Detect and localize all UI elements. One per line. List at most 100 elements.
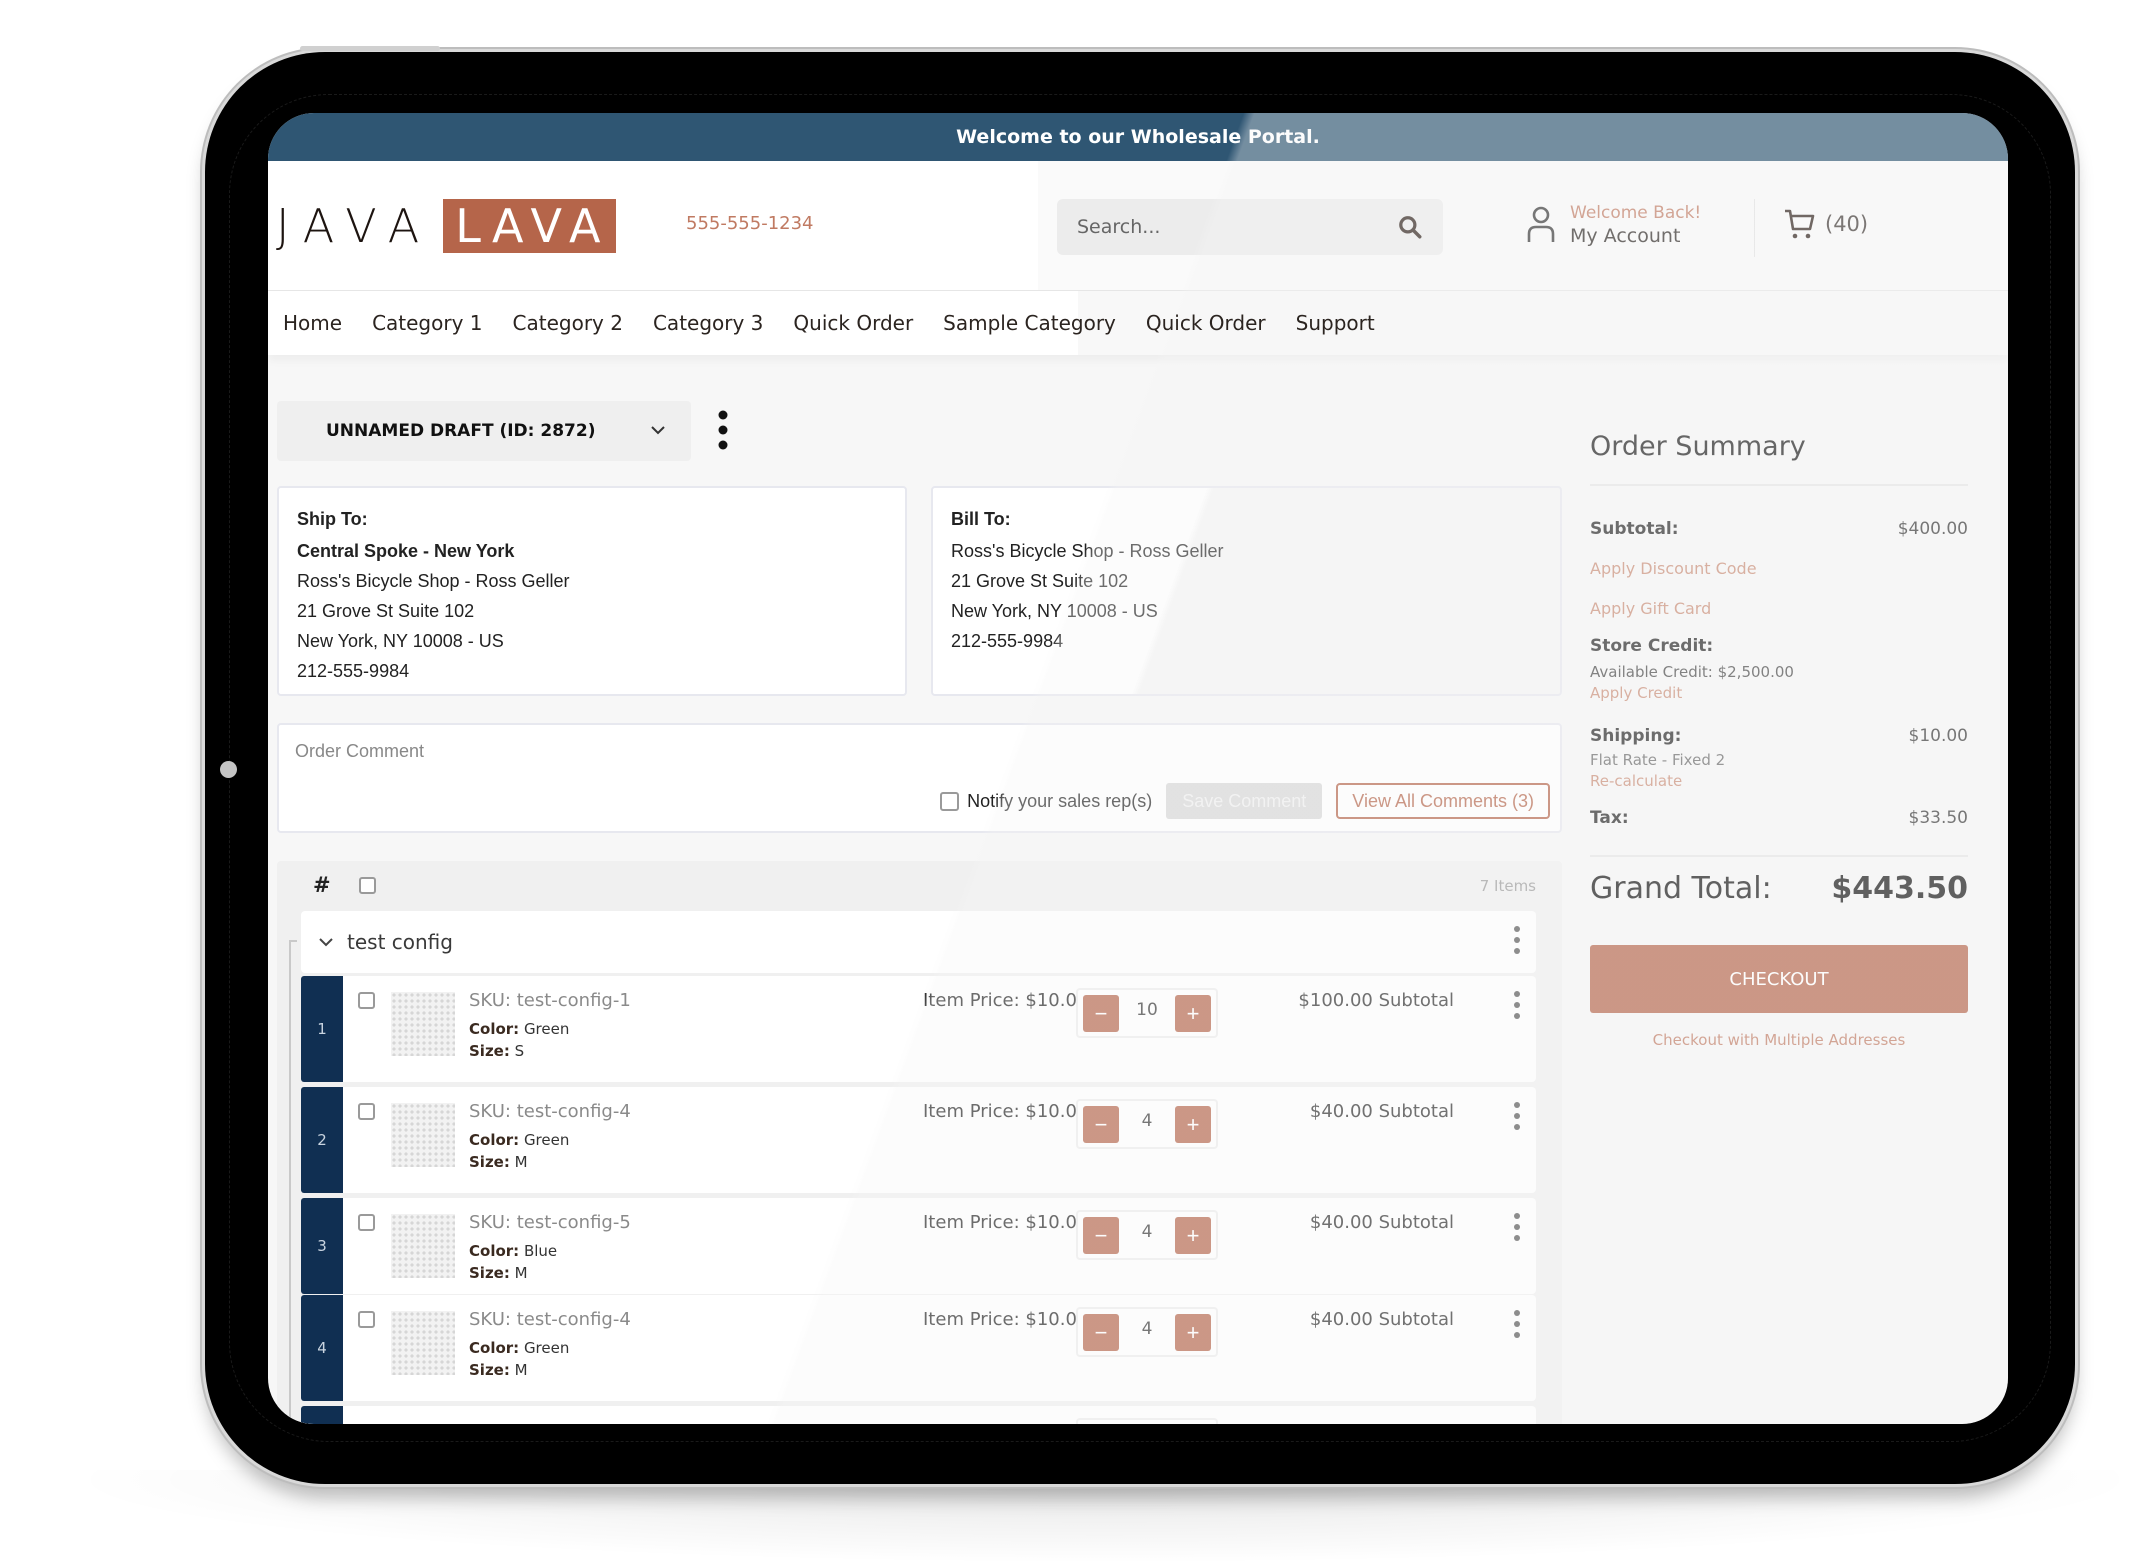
cart-button[interactable]: (40) xyxy=(1783,207,1868,241)
main-content: UNNAMED DRAFT (ID: 2872) Ship To: Centra… xyxy=(268,356,2008,1424)
increase-qty-button[interactable]: + xyxy=(1175,995,1211,1032)
line-item-row: 2 SKU: test-config-4 Color: Green Size: … xyxy=(301,1087,1536,1193)
quantity-stepper: − + xyxy=(1076,988,1218,1038)
quantity-input[interactable] xyxy=(1122,1000,1172,1020)
row-index: 4 xyxy=(301,1295,343,1401)
index-column-header: # xyxy=(313,873,331,897)
row-sku: SKU: test-config-4 xyxy=(469,1101,631,1122)
notify-sales-rep-checkbox[interactable]: Notify your sales rep(s) xyxy=(940,791,1152,812)
order-comment-box[interactable]: Order Comment Notify your sales rep(s) S… xyxy=(277,723,1562,833)
nav-category-3[interactable]: Category 3 xyxy=(653,311,763,335)
row-index: 3 xyxy=(301,1198,343,1294)
subtotal-label: Subtotal: xyxy=(1590,519,1679,539)
group-header[interactable]: test config xyxy=(301,911,1536,973)
nav-category-1[interactable]: Category 1 xyxy=(372,311,482,335)
line-item-row: 1 SKU: test-config-1 Color: Green Size: … xyxy=(301,976,1536,1082)
row-menu-icon[interactable] xyxy=(1512,1212,1522,1242)
tax-label: Tax: xyxy=(1590,808,1629,828)
select-all-checkbox[interactable] xyxy=(359,877,376,894)
view-all-comments-button[interactable]: View All Comments (3) xyxy=(1336,783,1550,819)
phone-number[interactable]: 555-555-1234 xyxy=(686,213,814,234)
nav-sample-category[interactable]: Sample Category xyxy=(943,311,1116,335)
bill-to-line: 212-555-9984 xyxy=(951,631,1064,651)
row-menu-icon[interactable] xyxy=(1512,1101,1522,1131)
items-count: 7 Items xyxy=(1479,877,1536,895)
checkout-multiple-addresses-link[interactable]: Checkout with Multiple Addresses xyxy=(1590,1031,1968,1049)
quantity-input[interactable] xyxy=(1122,1319,1172,1339)
increase-qty-button[interactable]: + xyxy=(1175,1314,1211,1351)
search-icon[interactable] xyxy=(1397,214,1423,240)
apply-credit-link[interactable]: Apply Credit xyxy=(1590,684,1682,702)
row-price: Item Price: $10.00 xyxy=(923,1212,1089,1233)
row-subtotal: $100.00 Subtotal xyxy=(1298,990,1454,1011)
available-credit: Available Credit: $2,500.00 xyxy=(1590,663,1794,681)
divider xyxy=(1590,855,1968,857)
ship-to-card: Ship To: Central Spoke - New York Ross's… xyxy=(277,486,907,696)
bill-to-line: 21 Grove St Suite 102 xyxy=(951,571,1129,591)
decrease-qty-button[interactable]: − xyxy=(1083,1217,1119,1254)
decrease-qty-button[interactable]: − xyxy=(1083,995,1119,1032)
account-label: My Account xyxy=(1570,225,1681,247)
row-color: Color: Green xyxy=(469,1131,570,1149)
my-account-link[interactable]: Welcome Back! My Account xyxy=(1526,203,1701,247)
recalculate-link[interactable]: Re-calculate xyxy=(1590,772,1682,790)
increase-qty-button[interactable]: + xyxy=(1175,1106,1211,1143)
row-menu-icon[interactable] xyxy=(1512,1309,1522,1339)
search-input[interactable] xyxy=(1077,216,1397,238)
checkout-button[interactable]: CHECKOUT xyxy=(1590,945,1968,1013)
shipping-method: Flat Rate - Fixed 2 xyxy=(1590,751,1726,769)
draft-menu-icon[interactable] xyxy=(716,409,730,451)
tax-value: $33.50 xyxy=(1908,808,1968,828)
cart-icon xyxy=(1785,209,1815,239)
nav-quick-order[interactable]: Quick Order xyxy=(793,311,913,335)
site-header: JAVA LAVA 555-555-1234 Welcome Back! My … xyxy=(268,161,2008,291)
row-price: Item Price: $10.00 xyxy=(923,1309,1089,1330)
header-divider xyxy=(1754,199,1755,257)
group-menu-icon[interactable] xyxy=(1512,925,1522,955)
draft-selector[interactable]: UNNAMED DRAFT (ID: 2872) xyxy=(277,401,691,461)
line-item-row-partial xyxy=(301,1406,1536,1424)
chevron-down-icon xyxy=(651,426,665,435)
apply-discount-link[interactable]: Apply Discount Code xyxy=(1590,559,1757,578)
power-button xyxy=(380,46,440,51)
product-thumbnail xyxy=(391,1214,455,1278)
nav-support[interactable]: Support xyxy=(1296,311,1375,335)
ship-to-line: 21 Grove St Suite 102 xyxy=(297,601,475,621)
save-comment-button[interactable]: Save Comment xyxy=(1166,783,1323,819)
checkbox[interactable] xyxy=(940,791,960,811)
nav-category-2[interactable]: Category 2 xyxy=(513,311,623,335)
row-checkbox[interactable] xyxy=(358,1214,375,1231)
chevron-down-icon[interactable] xyxy=(317,933,335,951)
welcome-banner: Welcome to our Wholesale Portal. xyxy=(268,113,2008,161)
bill-to-title: Bill To: xyxy=(951,509,1011,529)
row-menu-icon[interactable] xyxy=(1512,990,1522,1020)
row-color: Color: Blue xyxy=(469,1242,558,1260)
bill-to-card: Bill To: Ross's Bicycle Shop - Ross Gell… xyxy=(931,486,1562,696)
row-sku: SKU: test-config-4 xyxy=(469,1309,631,1330)
ship-to-line: 212-555-9984 xyxy=(297,661,410,681)
apply-gift-card-link[interactable]: Apply Gift Card xyxy=(1590,599,1711,618)
bill-to-line: New York, NY 10008 - US xyxy=(951,601,1158,621)
quantity-input[interactable] xyxy=(1122,1111,1172,1131)
increase-qty-button[interactable]: + xyxy=(1175,1217,1211,1254)
quantity-input[interactable] xyxy=(1122,1222,1172,1242)
logo[interactable]: JAVA LAVA xyxy=(276,199,617,253)
row-subtotal: $40.00 Subtotal xyxy=(1309,1212,1454,1233)
order-comment-placeholder: Order Comment xyxy=(295,741,425,761)
decrease-qty-button[interactable]: − xyxy=(1083,1106,1119,1143)
nav-home[interactable]: Home xyxy=(283,311,342,335)
user-icon xyxy=(1527,206,1555,242)
group-name: test config xyxy=(347,930,453,954)
subtotal-value: $400.00 xyxy=(1897,519,1968,539)
row-index: 2 xyxy=(301,1087,343,1193)
row-checkbox[interactable] xyxy=(358,1311,375,1328)
store-credit-label: Store Credit: xyxy=(1590,636,1714,656)
row-size: Size: M xyxy=(469,1361,528,1379)
row-checkbox[interactable] xyxy=(358,1103,375,1120)
order-summary-title: Order Summary xyxy=(1590,431,1806,462)
ship-to-name: Central Spoke - New York xyxy=(297,541,515,561)
nav-quick-order-2[interactable]: Quick Order xyxy=(1146,311,1266,335)
row-checkbox[interactable] xyxy=(358,992,375,1009)
row-subtotal: $40.00 Subtotal xyxy=(1309,1101,1454,1122)
decrease-qty-button[interactable]: − xyxy=(1083,1314,1119,1351)
